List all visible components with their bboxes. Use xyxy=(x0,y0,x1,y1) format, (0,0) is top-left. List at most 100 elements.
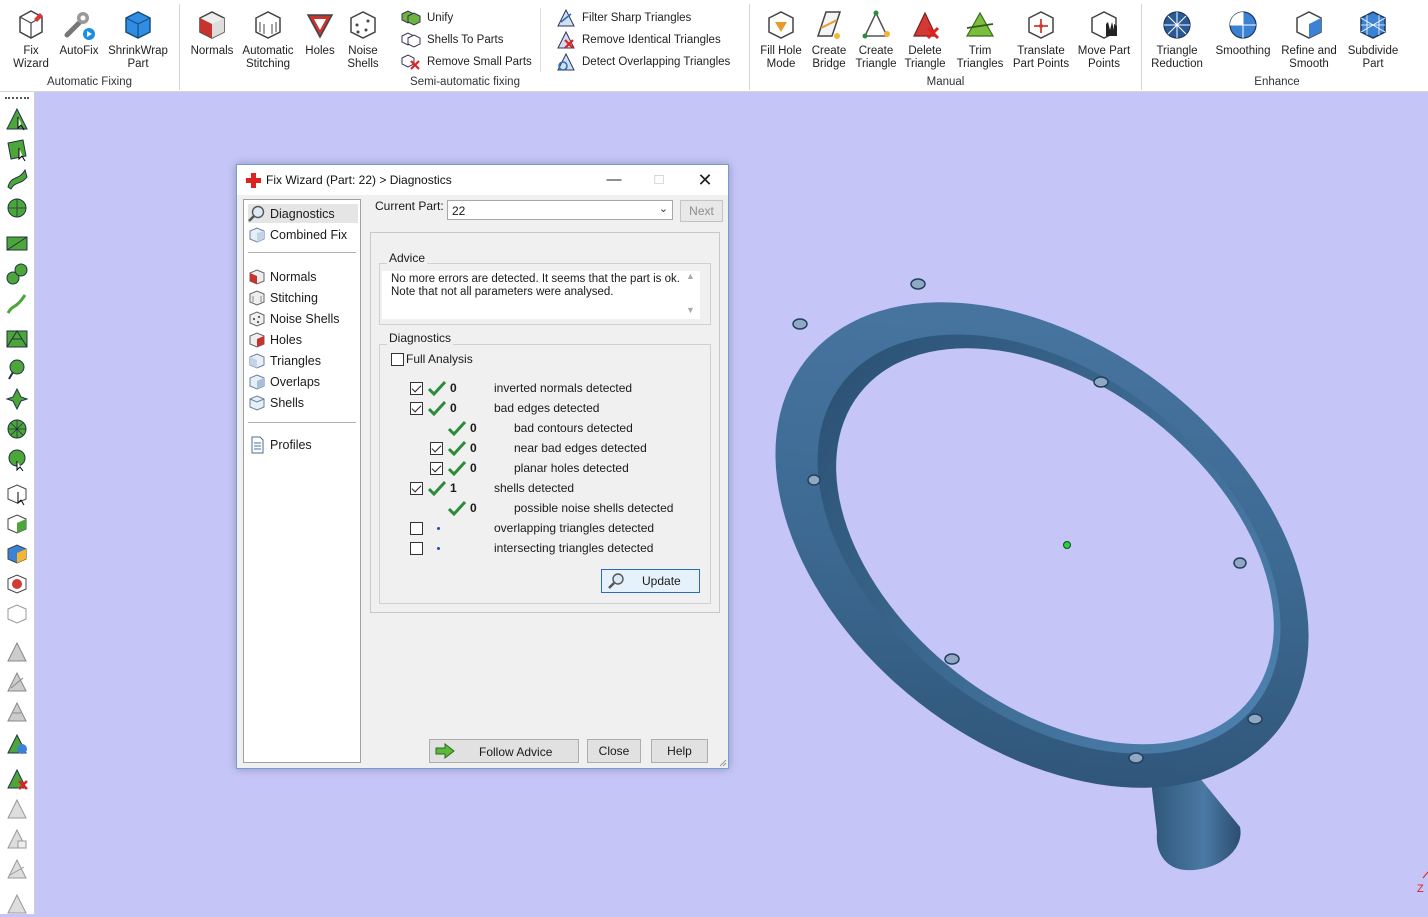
group-divider xyxy=(540,8,541,72)
nav-label-profiles: Profiles xyxy=(270,437,312,452)
nav-item-holes[interactable]: Holes xyxy=(248,330,358,349)
noise-shells-button[interactable]: Noise Shells xyxy=(342,8,384,71)
nav-item-normals[interactable]: Normals xyxy=(248,267,358,286)
update-button[interactable]: Update xyxy=(601,569,700,593)
nav-item-shells[interactable]: Shells xyxy=(248,393,358,412)
select-wheel-tool-icon[interactable] xyxy=(5,417,29,441)
toolbar-grip[interactable] xyxy=(5,97,29,99)
create-bridge-label-1: Create xyxy=(811,45,847,57)
select-region-tool-icon[interactable] xyxy=(5,357,29,381)
full-analysis-checkbox[interactable] xyxy=(391,353,404,366)
dialog-titlebar[interactable]: Fix Wizard (Part: 22) > Diagnostics — □ … xyxy=(237,165,728,195)
current-part-select[interactable]: 22 ⌄ xyxy=(447,200,673,220)
rotation-center-marker[interactable] xyxy=(1063,541,1071,549)
nav-item-combined-fix[interactable]: Combined Fix xyxy=(248,225,358,244)
gray-tool-4-icon[interactable] xyxy=(5,797,29,821)
move-points-label-2: Points xyxy=(1088,58,1120,70)
fix-wizard-button[interactable]: Fix Wizard xyxy=(6,8,56,71)
planar-holes-checkbox[interactable] xyxy=(430,462,443,475)
follow-advice-button[interactable]: Follow Advice xyxy=(429,739,579,763)
shrinkwrap-button[interactable]: ShrinkWrap Part xyxy=(104,8,172,71)
delete-triangle-button[interactable]: Delete Triangle xyxy=(902,8,948,71)
gray-triangle-tool-3-icon[interactable] xyxy=(5,700,29,724)
gray-tool-5-icon[interactable] xyxy=(5,827,29,851)
advice-scrollbar[interactable]: ▲ ▼ xyxy=(683,271,699,319)
shells-to-parts-button[interactable]: Shells To Parts xyxy=(400,30,504,50)
resize-grip-icon[interactable] xyxy=(717,757,727,767)
translate-part-points-button[interactable]: Translate Part Points xyxy=(1008,8,1074,71)
triangle-reduction-button[interactable]: Triangle Reduction xyxy=(1148,8,1206,71)
part-green-tool-icon[interactable] xyxy=(5,512,29,536)
bolt-hole xyxy=(1128,752,1144,764)
nav-item-overlaps[interactable]: Overlaps xyxy=(248,372,358,391)
near-bad-edges-checkbox[interactable] xyxy=(430,442,443,455)
nav-item-triangles[interactable]: Triangles xyxy=(248,351,358,370)
intersecting-triangles-checkbox[interactable] xyxy=(410,542,423,555)
normals-button[interactable]: Normals xyxy=(188,8,236,58)
select-multi-tool-icon[interactable] xyxy=(5,387,29,411)
detect-overlapping-triangles-button[interactable]: Detect Overlapping Triangles xyxy=(555,52,730,72)
create-triangle-button[interactable]: Create Triangle xyxy=(854,8,898,71)
autofix-button[interactable]: AutoFix xyxy=(56,8,102,58)
subdivide-part-button[interactable]: Subdivide Part xyxy=(1344,8,1402,71)
maximize-button[interactable]: □ xyxy=(648,170,670,190)
select-curve-tool-icon[interactable] xyxy=(5,167,29,191)
arrow-right-icon xyxy=(435,743,455,759)
help-button[interactable]: Help xyxy=(651,739,708,763)
unmark-triangles-tool-icon[interactable] xyxy=(5,767,29,791)
gray-triangle-tool-1-icon[interactable] xyxy=(5,640,29,664)
part-select-tool-icon[interactable] xyxy=(5,482,29,506)
select-connected-tool-icon[interactable] xyxy=(5,262,29,286)
nav-item-noise-shells[interactable]: Noise Shells xyxy=(248,309,358,328)
holes-button[interactable]: Holes xyxy=(300,8,340,58)
magnifier-icon xyxy=(248,205,265,222)
inverted-normals-checkbox[interactable] xyxy=(410,382,423,395)
select-triangle-tool-icon[interactable] xyxy=(5,107,29,131)
gray-tool-7-icon[interactable] xyxy=(5,892,29,916)
triangle-reduction-icon xyxy=(1163,11,1191,39)
close-window-button[interactable]: ✕ xyxy=(694,170,716,190)
mark-triangles-tool-icon[interactable] xyxy=(5,732,29,756)
close-button[interactable]: Close xyxy=(587,739,641,763)
automatic-stitching-button[interactable]: Automatic Stitching xyxy=(240,8,296,71)
trim-triangles-label-1: Trim xyxy=(968,45,992,57)
create-bridge-button[interactable]: Create Bridge xyxy=(808,8,850,71)
fix-wizard-label-2: Wizard xyxy=(13,58,49,70)
nav-item-profiles[interactable]: Profiles xyxy=(248,435,358,454)
filter-sharp-triangles-button[interactable]: Filter Sharp Triangles xyxy=(555,8,691,28)
overlapping-triangles-checkbox[interactable] xyxy=(410,522,423,535)
select-plane-tool-icon[interactable] xyxy=(5,232,29,256)
nav-item-diagnostics[interactable]: Diagnostics xyxy=(248,204,358,223)
part-gray-tool-icon[interactable] xyxy=(5,602,29,626)
shrinkwrap-label-2: Part xyxy=(127,58,149,70)
trim-triangles-button[interactable]: Trim Triangles xyxy=(954,8,1006,71)
minimize-button[interactable]: — xyxy=(603,170,625,190)
select-path-tool-icon[interactable] xyxy=(5,292,29,316)
scroll-up-icon[interactable]: ▲ xyxy=(686,271,695,281)
bad-edges-checkbox[interactable] xyxy=(410,402,423,415)
move-part-points-button[interactable]: Move Part Points xyxy=(1076,8,1132,71)
autofix-icon xyxy=(64,12,95,40)
select-grid-tool-icon[interactable] xyxy=(5,327,29,351)
part-red-tool-icon[interactable] xyxy=(5,572,29,596)
gray-triangle-tool-2-icon[interactable] xyxy=(5,670,29,694)
bad-contours-count: 0 xyxy=(470,421,477,435)
next-button[interactable]: Next xyxy=(680,200,723,222)
part-color-tool-icon[interactable] xyxy=(5,542,29,566)
smoothing-button[interactable]: Smoothing xyxy=(1212,8,1274,58)
refine-and-smooth-button[interactable]: Refine and Smooth xyxy=(1278,8,1340,71)
shells-checkbox[interactable] xyxy=(410,482,423,495)
fill-hole-mode-button[interactable]: Fill Hole Mode xyxy=(756,8,806,71)
gray-tool-6-icon[interactable] xyxy=(5,857,29,881)
nav-item-stitching[interactable]: Stitching xyxy=(248,288,358,307)
remove-small-parts-button[interactable]: Remove Small Parts xyxy=(400,52,532,72)
remove-identical-triangles-button[interactable]: Remove Identical Triangles xyxy=(555,30,721,50)
unify-button[interactable]: Unify xyxy=(400,8,453,28)
select-sphere-tool-icon[interactable] xyxy=(5,447,29,471)
scroll-down-icon[interactable]: ▼ xyxy=(686,305,695,315)
select-shell-tool-icon[interactable] xyxy=(5,197,29,221)
delete-triangle-icon xyxy=(913,11,940,40)
group-automatic-fixing: Fix Wizard AutoFix ShrinkWrap Part Autom… xyxy=(0,4,180,90)
shells-label: shells detected xyxy=(494,481,575,495)
select-surface-tool-icon[interactable] xyxy=(5,137,29,161)
